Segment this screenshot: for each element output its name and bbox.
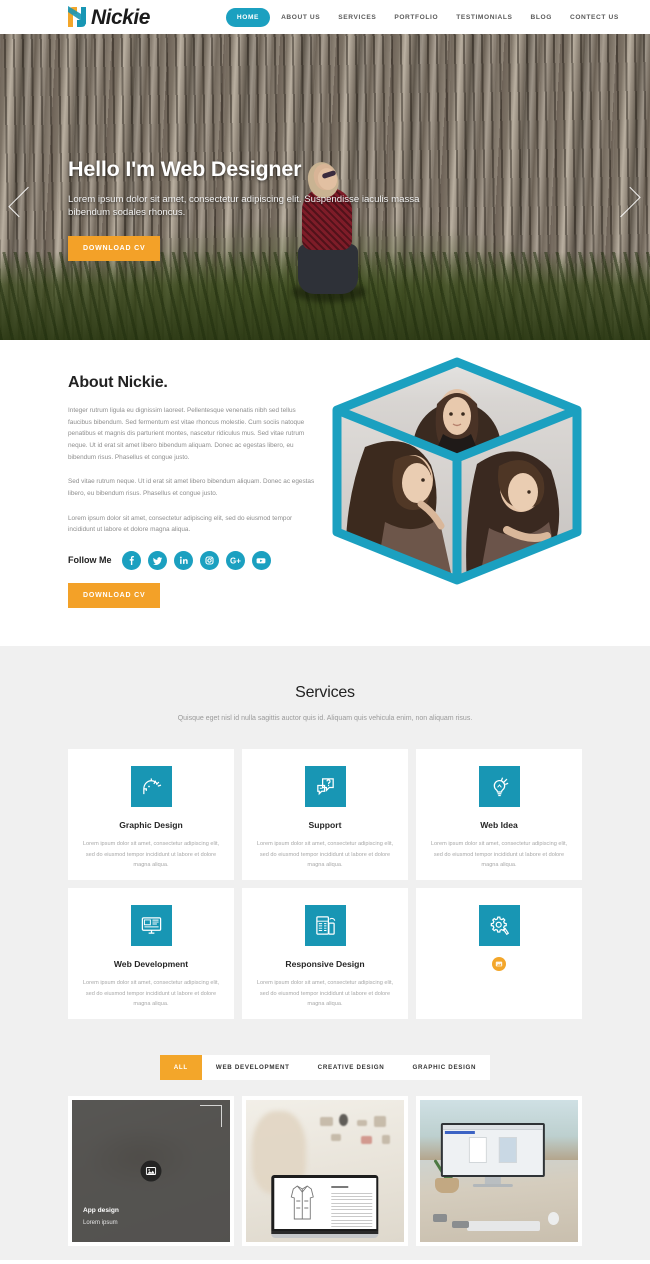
- nav-item-services[interactable]: SERVICES: [329, 14, 385, 21]
- svg-text:G+: G+: [230, 556, 241, 565]
- linkedin-icon[interactable]: [173, 550, 193, 570]
- frame-corner-decoration: [200, 1105, 222, 1127]
- nav-item-blog[interactable]: BLOG: [522, 14, 561, 21]
- service-title: Responsive Design: [285, 959, 365, 969]
- portfolio-item[interactable]: [242, 1096, 408, 1246]
- portfolio-thumbnail: App design Lorem ipsum: [72, 1100, 230, 1242]
- service-card[interactable]: Graphic Design Lorem ipsum dolor sit ame…: [68, 749, 234, 880]
- chevron-left-icon[interactable]: [8, 186, 39, 220]
- nav-item-about-us[interactable]: ABOUT US: [272, 14, 329, 21]
- services-subtitle: Quisque eget nisl id nulla sagittis auct…: [177, 715, 473, 722]
- three-photo-cube-icon: [332, 357, 582, 585]
- follow-me-row: Follow Me G+: [68, 550, 318, 570]
- portfolio-caption: App design Lorem ipsum: [83, 1207, 119, 1226]
- filter-all[interactable]: ALL: [159, 1055, 202, 1080]
- portfolio-item-subtitle: Lorem ipsum: [83, 1220, 118, 1226]
- service-description: Lorem ipsum dolor sit amet, consectetur …: [82, 841, 220, 869]
- filter-web-development[interactable]: WEB DEVELOPMENT: [201, 1055, 304, 1080]
- service-card[interactable]: [416, 888, 582, 1019]
- gear-tools-icon: [478, 905, 520, 946]
- chat-support-icon: [304, 766, 346, 807]
- about-section: About Nickie. Integer rutrum ligula eu d…: [0, 340, 650, 646]
- service-card[interactable]: Web Idea Lorem ipsum dolor sit amet, con…: [416, 749, 582, 880]
- imac-mockup: [440, 1122, 545, 1187]
- services-section: Services Quisque eget nisl id nulla sagi…: [0, 646, 650, 1049]
- lightbulb-idea-icon: [478, 766, 520, 807]
- portfolio-grid: App design Lorem ipsum: [68, 1096, 582, 1246]
- service-card[interactable]: Web Development Lorem ipsum dolor sit am…: [68, 888, 234, 1019]
- portfolio-filters: ALL WEB DEVELOPMENT CREATIVE DESIGN GRAP…: [0, 1055, 650, 1080]
- mouse-decoration: [548, 1212, 560, 1225]
- about-cta-row: DOWNLOAD CV: [68, 582, 318, 608]
- nav-item-testimonials[interactable]: TESTIMONIALS: [447, 14, 521, 21]
- portfolio-item-title: App design: [83, 1207, 119, 1214]
- monitor-code-icon: [130, 905, 172, 946]
- site-header: Nickie HOME ABOUT US SERVICES PORTFOLIO …: [0, 0, 650, 34]
- laptop-mockup: [271, 1175, 379, 1238]
- service-card[interactable]: Responsive Design Lorem ipsum dolor sit …: [242, 888, 408, 1019]
- service-title: Graphic Design: [119, 820, 183, 830]
- service-title: Support: [308, 820, 342, 830]
- image-icon[interactable]: [140, 1160, 162, 1182]
- about-download-cv-button[interactable]: DOWNLOAD CV: [68, 582, 161, 608]
- about-paragraph-2: Sed vitae rutrum neque. Ut id erat sit a…: [68, 478, 315, 497]
- hero-download-cv-button[interactable]: DOWNLOAD CV: [68, 235, 161, 261]
- twitter-icon[interactable]: [147, 550, 167, 570]
- hero-title: Hello I'm Web Designer: [68, 157, 302, 181]
- instagram-icon[interactable]: [199, 550, 219, 570]
- responsive-layout-icon: [304, 905, 346, 946]
- portfolio-thumbnail: [246, 1100, 404, 1242]
- services-grid: Graphic Design Lorem ipsum dolor sit ame…: [68, 749, 582, 1019]
- nav-item-contact-us[interactable]: CONTECT US: [561, 14, 628, 21]
- portfolio-thumbnail: [420, 1100, 578, 1242]
- broken-image-badge-icon: [492, 957, 506, 971]
- nav-item-home[interactable]: HOME: [225, 7, 271, 27]
- keyboard-decoration: [467, 1220, 541, 1231]
- follow-me-label: Follow Me: [68, 555, 112, 566]
- service-description: Lorem ipsum dolor sit amet, consectetur …: [256, 980, 394, 1008]
- services-title: Services: [295, 684, 355, 701]
- filter-graphic-design[interactable]: GRAPHIC DESIGN: [398, 1055, 491, 1080]
- nav-item-portfolio[interactable]: PORTFOLIO: [385, 14, 447, 21]
- logo-text: Nickie: [91, 5, 150, 29]
- logo[interactable]: Nickie: [66, 5, 150, 29]
- service-description: Lorem ipsum dolor sit amet, consectetur …: [82, 980, 220, 1008]
- hero-subtitle: Lorem ipsum dolor sit amet, consectetur …: [68, 194, 420, 218]
- about-title: About Nickie.: [68, 374, 168, 391]
- portfolio-section: ALL WEB DEVELOPMENT CREATIVE DESIGN GRAP…: [0, 1049, 650, 1260]
- about-paragraph-1: Integer rutrum ligula eu dignissim laore…: [68, 407, 305, 461]
- service-description: Lorem ipsum dolor sit amet, consectetur …: [430, 841, 568, 869]
- hero-content: Hello I'm Web Designer Lorem ipsum dolor…: [68, 157, 468, 261]
- google-plus-icon[interactable]: G+: [225, 550, 245, 570]
- about-photo-cube: [325, 352, 590, 590]
- about-paragraph-3: Lorem ipsum dolor sit amet, consectetur …: [68, 514, 293, 534]
- filter-creative-design[interactable]: CREATIVE DESIGN: [303, 1055, 399, 1080]
- youtube-icon[interactable]: [251, 550, 271, 570]
- service-description: Lorem ipsum dolor sit amet, consectetur …: [256, 841, 394, 869]
- main-navigation: HOME ABOUT US SERVICES PORTFOLIO TESTIMO…: [225, 7, 628, 27]
- service-title: Web Development: [113, 959, 189, 969]
- service-title: Web Idea: [480, 820, 518, 830]
- hero-slider: Hello I'm Web Designer Lorem ipsum dolor…: [0, 34, 650, 340]
- facebook-icon[interactable]: [121, 550, 141, 570]
- portfolio-item[interactable]: App design Lorem ipsum: [68, 1096, 234, 1246]
- service-card[interactable]: Support Lorem ipsum dolor sit amet, cons…: [242, 749, 408, 880]
- portfolio-item[interactable]: [416, 1096, 582, 1246]
- about-text-column: About Nickie. Integer rutrum ligula eu d…: [68, 374, 318, 608]
- chevron-right-icon[interactable]: [610, 186, 641, 220]
- head-idea-icon: [130, 766, 172, 807]
- n-monogram-logo-icon: [66, 5, 88, 29]
